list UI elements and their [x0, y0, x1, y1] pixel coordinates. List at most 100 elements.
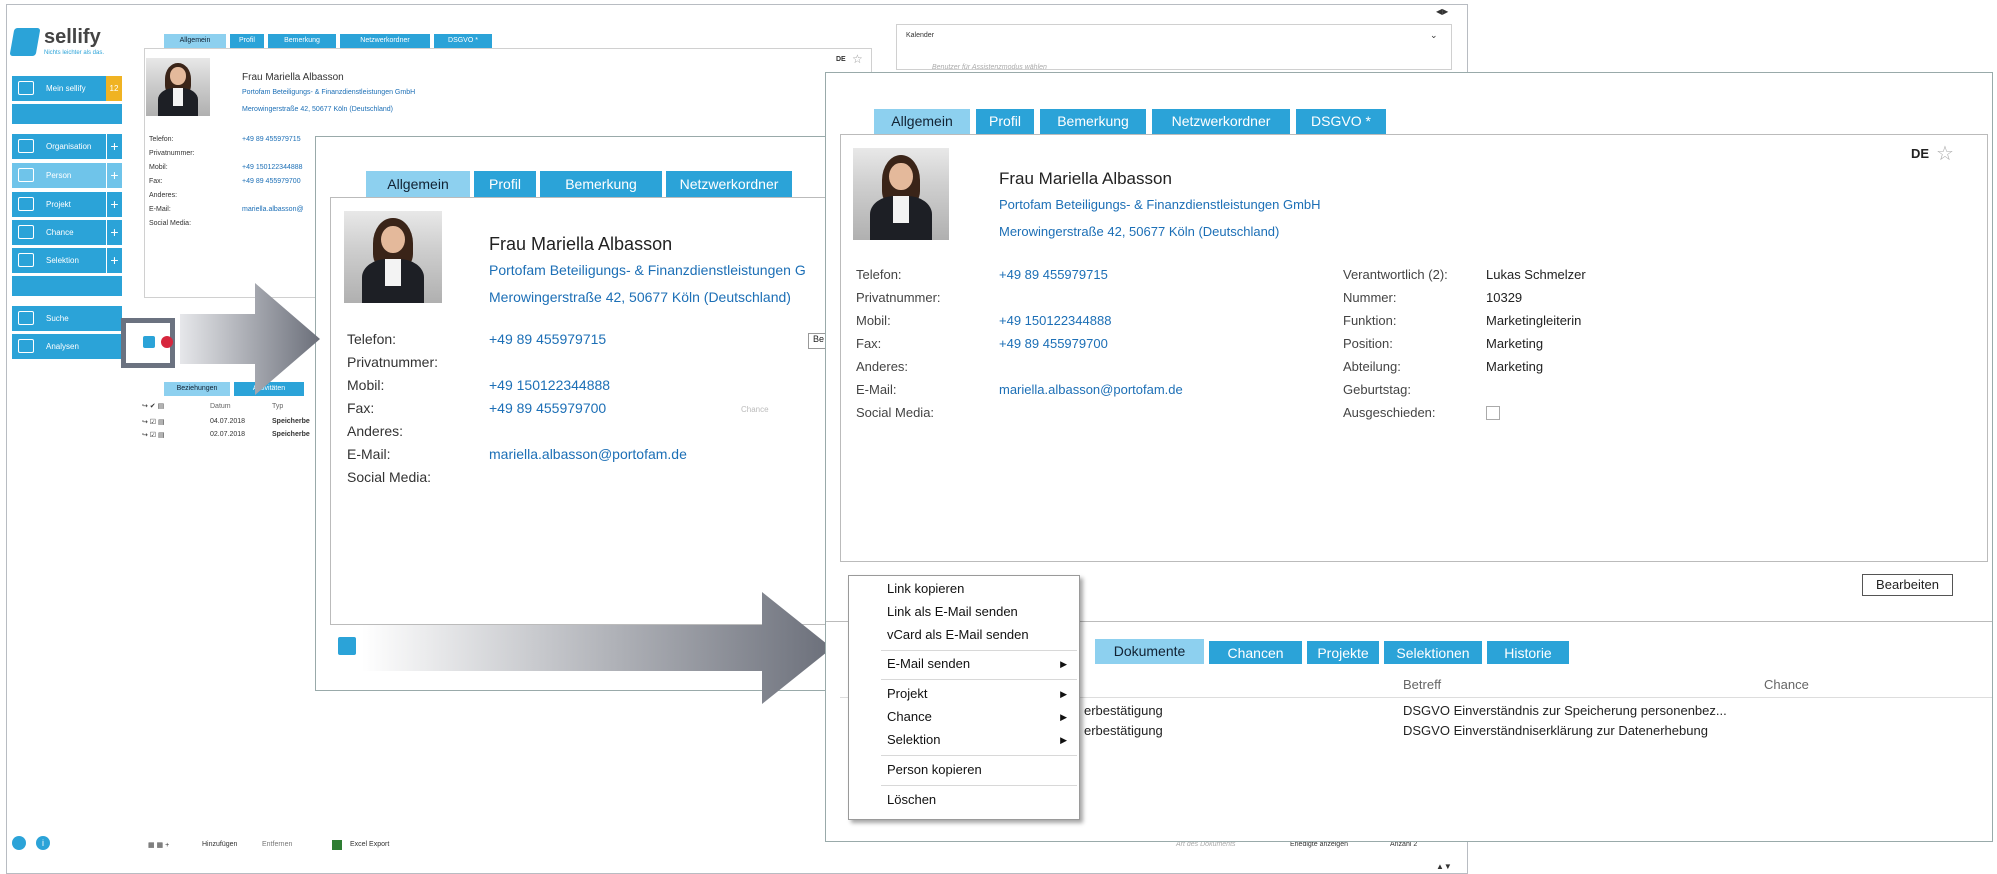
add-chance-button[interactable]: +: [106, 220, 122, 245]
menu-item-loeschen[interactable]: Löschen: [887, 792, 936, 807]
col-chance[interactable]: Chance: [1764, 677, 1809, 692]
col-betreff[interactable]: Betreff: [1403, 677, 1441, 692]
row-type[interactable]: erbestätigung: [1084, 723, 1163, 738]
menu-item-projekt[interactable]: Projekt: [887, 686, 927, 701]
mobile-link[interactable]: +49 150122344888: [999, 313, 1111, 328]
tab-selektionen[interactable]: Selektionen: [1384, 641, 1482, 664]
tab-profil[interactable]: Profil: [230, 34, 264, 48]
tab-allgemein[interactable]: Allgemein: [366, 171, 470, 197]
tab-projekte[interactable]: Projekte: [1307, 641, 1379, 664]
menu-item-chance[interactable]: Chance: [887, 709, 932, 724]
add-organisation-button[interactable]: +: [106, 134, 122, 159]
menu-item-link-email[interactable]: Link als E-Mail senden: [887, 604, 1018, 619]
tab-netzwerkordner[interactable]: Netzwerkordner: [340, 34, 430, 48]
menu-item-email-senden[interactable]: E-Mail senden: [887, 656, 1067, 671]
number-value: 10329: [1486, 290, 1523, 305]
calendar-user-select[interactable]: Benutzer für Assistenzmodus wählen: [932, 64, 1047, 71]
chance-field[interactable]: Chance: [741, 405, 769, 414]
person-icon: [18, 168, 34, 182]
row-date[interactable]: 04.07.2018: [210, 418, 245, 425]
sidebar-item-mein-sellify[interactable]: Mein sellify 12: [12, 76, 122, 101]
tab-profil[interactable]: Profil: [976, 109, 1034, 134]
field-label: E-Mail:: [149, 206, 171, 213]
tab-bemerkung[interactable]: Bemerkung: [268, 34, 336, 48]
row-date[interactable]: 02.07.2018: [210, 431, 245, 438]
tab-bemerkung[interactable]: Bemerkung: [540, 171, 662, 197]
mobile-link[interactable]: +49 150122344888: [489, 377, 610, 393]
add-person-button[interactable]: +: [106, 163, 122, 188]
field-label: Social Media:: [856, 405, 935, 420]
company-link[interactable]: Portofam Beteiligungs- & Finanzdienstlei…: [999, 197, 1321, 212]
doc-type-select[interactable]: Art des Dokuments: [1176, 841, 1236, 848]
add-selektion-button[interactable]: +: [106, 248, 122, 273]
sidebar-item-organisation[interactable]: Organisation +: [12, 134, 122, 159]
show-done-checkbox[interactable]: Erledigte anzeigen: [1290, 841, 1348, 848]
row-type[interactable]: erbestätigung: [1084, 703, 1163, 718]
responsible-value[interactable]: Lukas Schmelzer: [1486, 267, 1586, 282]
row-type[interactable]: Speicherbe: [272, 431, 310, 438]
sidebar-item-suche[interactable]: Suche: [12, 306, 122, 331]
edit-button[interactable]: Bearbeiten: [1862, 574, 1953, 596]
tab-historie[interactable]: Historie: [1487, 641, 1569, 664]
email-link[interactable]: mariella.albasson@portofam.de: [489, 446, 687, 462]
col-datum[interactable]: Datum: [210, 403, 231, 410]
tab-allgemein[interactable]: Allgemein: [874, 109, 970, 134]
phone-link[interactable]: +49 89 455979715: [489, 331, 606, 347]
favorite-star-icon[interactable]: ☆: [1936, 141, 1954, 166]
tab-chancen[interactable]: Chancen: [1209, 641, 1302, 664]
settings-icon[interactable]: [12, 836, 26, 850]
chevron-down-icon[interactable]: ⌄: [1430, 30, 1438, 41]
tab-netzwerkordner[interactable]: Netzwerkordner: [1152, 109, 1290, 134]
delete-icon[interactable]: [161, 336, 173, 348]
address-link[interactable]: Merowingerstraße 42, 50677 Köln (Deutsch…: [999, 224, 1279, 239]
menu-item-person-kopieren[interactable]: Person kopieren: [887, 762, 982, 777]
grid-view-icon[interactable]: ▦ ▦ +: [148, 841, 169, 849]
list-icon[interactable]: [338, 637, 356, 655]
add-button[interactable]: Hinzufügen: [202, 841, 237, 848]
left-company-checkbox[interactable]: [1486, 406, 1500, 420]
remove-button[interactable]: Entfernen: [262, 841, 292, 848]
tab-dsgvo[interactable]: DSGVO *: [1296, 109, 1386, 134]
email-link[interactable]: mariella.albasson@: [242, 206, 304, 213]
favorite-star-icon[interactable]: ☆: [852, 52, 863, 66]
row-subject[interactable]: DSGVO Einverständnis zur Speicherung per…: [1403, 703, 1727, 718]
tab-dokumente[interactable]: Dokumente: [1095, 639, 1204, 664]
phone-link[interactable]: +49 89 455979715: [242, 136, 301, 143]
window-controls[interactable]: ◀▶: [1436, 7, 1448, 16]
info-icon[interactable]: i: [36, 836, 50, 850]
email-link[interactable]: mariella.albasson@portofam.de: [999, 382, 1183, 397]
field-label: Nummer:: [1343, 290, 1397, 305]
sidebar-item-person[interactable]: Person +: [12, 163, 122, 188]
list-icon[interactable]: [143, 336, 155, 348]
scroll-arrows-icon[interactable]: ▲▼: [1436, 862, 1452, 871]
company-link[interactable]: Portofam Beteiligungs- & Finanzdienstlei…: [242, 89, 415, 96]
menu-separator: [881, 755, 1077, 756]
address-link[interactable]: Merowingerstraße 42, 50677 Köln (Deutsch…: [489, 289, 791, 305]
logo-name: sellify: [44, 26, 101, 48]
tab-profil[interactable]: Profil: [474, 171, 536, 197]
row-subject[interactable]: DSGVO Einverständniserklärung zur Datene…: [1403, 723, 1708, 738]
excel-export-button[interactable]: Excel Export: [350, 841, 389, 848]
menu-item-vcard-email[interactable]: vCard als E-Mail senden: [887, 627, 1029, 642]
menu-item-link-kopieren[interactable]: Link kopieren: [887, 581, 964, 596]
field-label: Telefon:: [149, 136, 174, 143]
tab-dsgvo[interactable]: DSGVO *: [434, 34, 492, 48]
sidebar-item-label: Mein sellify: [46, 84, 86, 93]
row-type[interactable]: Speicherbe: [272, 418, 310, 425]
phone-link[interactable]: +49 89 455979715: [999, 267, 1108, 282]
sidebar-item-label: Chance: [46, 228, 74, 237]
menu-item-selektion[interactable]: Selektion: [887, 732, 940, 747]
col-typ[interactable]: Typ: [272, 403, 283, 410]
sidebar-item-analysen[interactable]: Analysen: [12, 334, 122, 359]
tab-allgemein[interactable]: Allgemein: [164, 34, 226, 48]
sidebar-item-chance[interactable]: Chance +: [12, 220, 122, 245]
tab-netzwerkordner[interactable]: Netzwerkordner: [666, 171, 792, 197]
sidebar-item-projekt[interactable]: Projekt +: [12, 192, 122, 217]
sidebar-item-selektion[interactable]: Selektion +: [12, 248, 122, 273]
company-link[interactable]: Portofam Beteiligungs- & Finanzdienstlei…: [489, 262, 806, 278]
tab-bemerkung[interactable]: Bemerkung: [1040, 109, 1146, 134]
address-link[interactable]: Merowingerstraße 42, 50677 Köln (Deutsch…: [242, 106, 393, 113]
mobile-link[interactable]: +49 150122344888: [242, 164, 303, 171]
add-projekt-button[interactable]: +: [106, 192, 122, 217]
field-label: Anderes:: [856, 359, 909, 374]
